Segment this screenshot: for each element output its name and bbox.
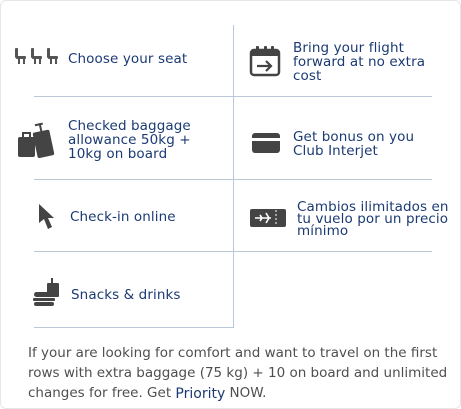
- feature-label-seat: Choose your seat: [68, 51, 188, 67]
- card-icon: [252, 133, 280, 153]
- feature-label-club: Get bonus on you Club Interjet: [293, 129, 415, 159]
- feature-label-baggage: Checked baggage allowance 50kg + 10kg on…: [68, 118, 191, 162]
- priority-footer-text: If your are looking for comfort and want…: [28, 343, 448, 403]
- row-divider-4: [34, 327, 234, 328]
- feature-label-checkin: Check-in online: [70, 209, 176, 225]
- row-divider-1: [34, 96, 432, 97]
- seats-icon: [15, 48, 58, 64]
- cursor-icon: [39, 204, 54, 229]
- calendar-arrow-icon: [249, 46, 281, 77]
- priority-link[interactable]: Priority: [175, 386, 225, 402]
- feature-label-changes: Cambios ilimitados en tu vuelo por un pr…: [297, 199, 449, 239]
- priority-benefits-card: Choose your seat Bring your flight forwa…: [0, 0, 461, 409]
- feature-label-flight-forward: Bring your flight forward at no extra co…: [293, 40, 426, 84]
- column-divider: [233, 25, 234, 327]
- ticket-plane-icon: [250, 209, 286, 227]
- footer-text-after: NOW.: [225, 385, 267, 401]
- snack-drink-icon: [33, 278, 59, 306]
- baggage-icon: [18, 122, 55, 159]
- row-divider-2: [34, 179, 432, 180]
- row-divider-3: [34, 251, 432, 252]
- feature-label-snacks: Snacks & drinks: [71, 287, 181, 303]
